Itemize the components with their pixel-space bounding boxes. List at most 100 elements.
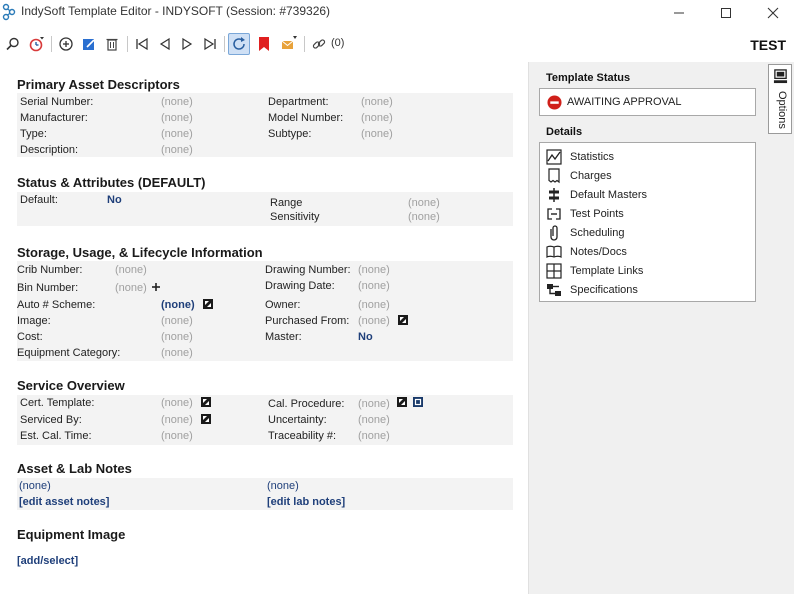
template-status-value: AWAITING APPROVAL (567, 96, 682, 108)
expand-icon[interactable] (397, 397, 407, 407)
details-item-label: Test Points (570, 208, 624, 220)
bin-number-value[interactable]: (none) (115, 282, 147, 294)
sensitivity-value[interactable]: (none) (408, 211, 440, 223)
serial-number-label: Serial Number: (20, 96, 94, 108)
options-tab[interactable]: Options (768, 64, 792, 134)
links-button[interactable] (308, 33, 330, 55)
details-item-statistics[interactable]: Statistics (540, 147, 755, 166)
details-item-scheduling[interactable]: Scheduling (540, 223, 755, 242)
edit-lab-notes-link[interactable]: [edit lab notes] (267, 496, 345, 508)
expand-icon[interactable] (201, 397, 211, 407)
close-button[interactable] (750, 0, 794, 26)
refresh-button[interactable] (228, 33, 250, 55)
expand-icon[interactable] (201, 414, 211, 424)
last-record-button[interactable] (199, 33, 221, 55)
history-button[interactable] (25, 33, 47, 55)
drawing-date-value[interactable]: (none) (358, 280, 390, 292)
delete-button[interactable] (101, 33, 123, 55)
toolbar-separator (51, 36, 52, 52)
title-bar: IndySoft Template Editor - INDYSOFT (Ses… (0, 0, 794, 26)
service-section-box: Cert. Template: (none) Serviced By: (non… (17, 395, 513, 445)
drawing-number-value[interactable]: (none) (358, 264, 390, 276)
drawing-date-label: Drawing Date: (265, 280, 335, 292)
cost-value[interactable]: (none) (161, 331, 193, 343)
description-label: Description: (20, 144, 79, 156)
add-select-image-link[interactable]: [add/select] (17, 555, 78, 567)
maximize-icon (721, 8, 731, 18)
next-record-button[interactable] (176, 33, 198, 55)
subtype-value[interactable]: (none) (361, 128, 393, 140)
details-item-default-masters[interactable]: Default Masters (540, 185, 755, 204)
edit-asset-notes-link[interactable]: [edit asset notes] (19, 496, 109, 508)
equipment-category-label: Equipment Category: (17, 347, 121, 359)
owner-label: Owner: (265, 299, 301, 311)
owner-value[interactable]: (none) (358, 299, 390, 311)
expand-icon[interactable] (398, 315, 408, 325)
details-item-label: Specifications (570, 284, 638, 296)
crib-number-value[interactable]: (none) (115, 264, 147, 276)
first-record-button[interactable] (131, 33, 153, 55)
auto-scheme-value[interactable]: (none) (161, 299, 195, 311)
department-value[interactable]: (none) (361, 96, 393, 108)
details-item-charges[interactable]: Charges (540, 166, 755, 185)
add-bin-icon[interactable] (151, 282, 161, 292)
template-status-box: AWAITING APPROVAL (539, 88, 756, 116)
history-icon (29, 37, 44, 52)
serial-number-value[interactable]: (none) (161, 96, 193, 108)
storage-section-box: Crib Number: (none) Bin Number: (none) A… (17, 261, 513, 361)
default-value[interactable]: No (107, 194, 122, 206)
est-cal-time-label: Est. Cal. Time: (20, 430, 92, 442)
details-item-notes-docs[interactable]: Notes/Docs (540, 242, 755, 261)
asset-notes-value: (none) (19, 480, 51, 492)
cal-procedure-value[interactable]: (none) (358, 398, 390, 410)
model-number-value[interactable]: (none) (361, 112, 393, 124)
status-section-box: Default: No Range (none) Sensitivity (no… (17, 192, 513, 226)
mail-button[interactable] (278, 33, 300, 55)
serviced-by-value[interactable]: (none) (161, 414, 193, 426)
traceability-value[interactable]: (none) (358, 430, 390, 442)
cert-template-value[interactable]: (none) (161, 397, 193, 409)
equipment-category-value[interactable]: (none) (161, 347, 193, 359)
template-links-icon (546, 263, 562, 279)
est-cal-time-value[interactable]: (none) (161, 430, 193, 442)
details-item-specifications[interactable]: Specifications (540, 280, 755, 299)
type-label: Type: (20, 128, 47, 140)
refresh-icon (233, 37, 245, 50)
open-procedure-icon[interactable] (413, 397, 423, 407)
add-icon (59, 37, 73, 51)
details-item-test-points[interactable]: Test Points (540, 204, 755, 223)
default-label: Default: (20, 194, 58, 206)
bookmark-button[interactable] (253, 33, 275, 55)
manufacturer-value[interactable]: (none) (161, 112, 193, 124)
previous-record-button[interactable] (154, 33, 176, 55)
uncertainty-label: Uncertainty: (268, 414, 327, 426)
search-icon (6, 37, 19, 51)
subtype-label: Subtype: (268, 128, 312, 140)
notes-section-box: (none) [edit asset notes] (none) [edit l… (17, 478, 513, 510)
purchased-from-label: Purchased From: (265, 315, 350, 327)
minimize-icon (674, 12, 684, 14)
type-value[interactable]: (none) (161, 128, 193, 140)
add-button[interactable] (55, 33, 77, 55)
toolbar-separator (224, 36, 225, 52)
environment-label: TEST (750, 37, 786, 53)
minimize-button[interactable] (656, 0, 702, 26)
master-value[interactable]: No (358, 331, 373, 343)
maximize-button[interactable] (703, 0, 749, 26)
drawing-number-label: Drawing Number: (265, 264, 351, 276)
details-item-template-links[interactable]: Template Links (540, 261, 755, 280)
serviced-by-label: Serviced By: (20, 414, 82, 426)
purchased-from-value[interactable]: (none) (358, 315, 390, 327)
range-value[interactable]: (none) (408, 197, 440, 209)
search-button[interactable] (2, 33, 24, 55)
range-label: Range (270, 197, 303, 209)
toolbar (0, 30, 794, 60)
link-icon (312, 39, 326, 49)
edit-button[interactable] (78, 33, 100, 55)
expand-icon[interactable] (203, 299, 213, 309)
uncertainty-value[interactable]: (none) (358, 414, 390, 426)
bookmark-icon (259, 37, 269, 51)
image-value[interactable]: (none) (161, 315, 193, 327)
image-label: Image: (17, 315, 51, 327)
description-value[interactable]: (none) (161, 144, 193, 156)
